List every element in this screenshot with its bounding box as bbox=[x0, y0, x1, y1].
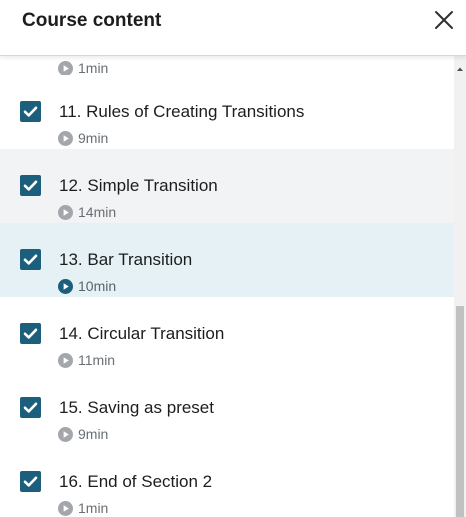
lecture-title: 14. Circular Transition bbox=[59, 324, 225, 343]
play-circle-icon bbox=[58, 500, 73, 516]
lecture-meta: 14min bbox=[58, 204, 116, 220]
lecture-meta: 9min bbox=[58, 130, 108, 146]
scrollbar-thumb[interactable] bbox=[456, 306, 464, 517]
scrollbar[interactable] bbox=[454, 56, 466, 517]
lecture-item[interactable]: 11. Rules of Creating Transitions 9min bbox=[0, 75, 454, 149]
completed-checkbox[interactable] bbox=[20, 397, 41, 418]
lecture-meta: 1min bbox=[58, 60, 108, 76]
lecture-duration: 1min bbox=[78, 500, 109, 516]
panel-header: Course content bbox=[0, 0, 466, 56]
completed-checkbox[interactable] bbox=[20, 249, 41, 270]
lecture-meta: 10min bbox=[58, 278, 116, 294]
lecture-title: 13. Bar Transition bbox=[59, 250, 193, 269]
lecture-item[interactable]: 12. Simple Transition 14min bbox=[0, 149, 454, 223]
lecture-item[interactable]: 14. Circular Transition 11min bbox=[0, 297, 454, 371]
lecture-meta: 1min bbox=[58, 500, 108, 516]
checkmark-icon bbox=[23, 402, 38, 413]
lecture-item[interactable]: 16. End of Section 2 1min bbox=[0, 445, 454, 517]
panel-title: Course content bbox=[22, 10, 162, 31]
play-circle-icon bbox=[58, 204, 73, 220]
lecture-duration: 9min bbox=[78, 426, 109, 442]
checkmark-icon bbox=[23, 254, 38, 265]
close-icon[interactable] bbox=[433, 9, 455, 31]
play-circle-icon bbox=[58, 426, 73, 442]
lecture-title: 12. Simple Transition bbox=[59, 176, 218, 195]
course-content-panel: 1min 11. Rules of Creating Transitions 9… bbox=[0, 0, 466, 517]
play-circle-icon bbox=[58, 60, 73, 76]
lecture-duration: 1min bbox=[78, 60, 109, 76]
checkmark-icon bbox=[23, 106, 38, 117]
lecture-duration: 9min bbox=[78, 130, 109, 146]
lecture-list: 1min 11. Rules of Creating Transitions 9… bbox=[0, 42, 454, 517]
completed-checkbox[interactable] bbox=[20, 101, 41, 122]
completed-checkbox[interactable] bbox=[20, 175, 41, 196]
scroll-up-arrow-icon[interactable] bbox=[454, 64, 466, 74]
lecture-item-current[interactable]: 13. Bar Transition 10min bbox=[0, 223, 454, 297]
checkmark-icon bbox=[23, 180, 38, 191]
play-circle-icon bbox=[58, 278, 73, 294]
lecture-item[interactable]: 15. Saving as preset 9min bbox=[0, 371, 454, 445]
lecture-title: 15. Saving as preset bbox=[59, 398, 214, 417]
lecture-duration: 10min bbox=[78, 278, 117, 294]
checkmark-icon bbox=[23, 328, 38, 339]
lecture-meta: 9min bbox=[58, 426, 108, 442]
checkmark-icon bbox=[23, 476, 38, 487]
lecture-title: 16. End of Section 2 bbox=[59, 472, 213, 491]
completed-checkbox[interactable] bbox=[20, 471, 41, 492]
lecture-title: 11. Rules of Creating Transitions bbox=[59, 102, 305, 121]
play-circle-icon bbox=[58, 352, 73, 368]
play-circle-icon bbox=[58, 130, 73, 146]
lecture-duration: 14min bbox=[78, 204, 117, 220]
lecture-meta: 11min bbox=[58, 352, 115, 368]
completed-checkbox[interactable] bbox=[20, 323, 41, 344]
lecture-duration: 11min bbox=[78, 352, 116, 368]
